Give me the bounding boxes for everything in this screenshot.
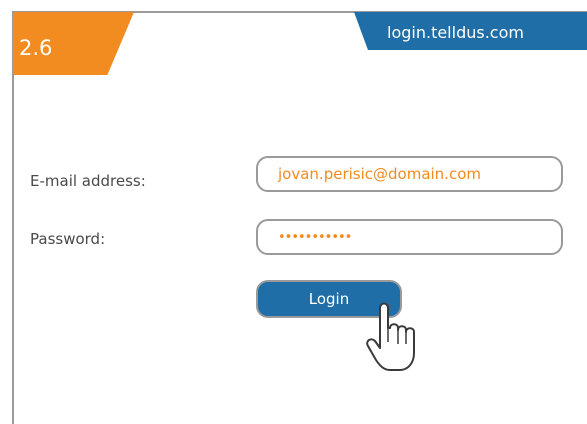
password-label: Password: [30,230,106,248]
hand-pointer-icon [366,302,415,371]
step-number: 2.6 [19,36,53,60]
email-field[interactable]: jovan.perisic@domain.com [256,156,563,192]
password-value: ••••••••••• [278,229,352,245]
email-label: E-mail address: [30,172,146,190]
url-text: login.telldus.com [387,23,524,42]
login-button-label: Login [308,290,350,308]
password-field[interactable]: ••••••••••• [256,219,563,255]
email-value: jovan.perisic@domain.com [278,165,481,183]
